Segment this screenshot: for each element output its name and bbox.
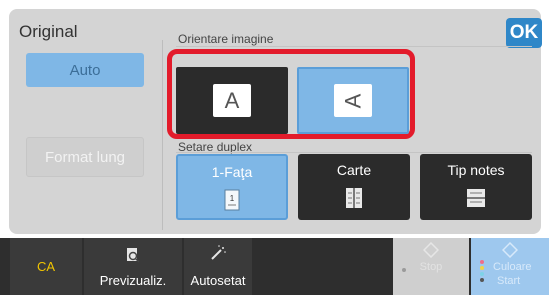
ok-button[interactable]: OK xyxy=(506,18,542,48)
one-sided-icon: 1 xyxy=(224,189,240,211)
color-dots-icon xyxy=(480,260,486,284)
book-icon xyxy=(346,188,362,208)
duplex-notepad-button[interactable]: Tip notes xyxy=(420,154,532,220)
color-label: Culoare xyxy=(493,261,532,273)
orientation-portrait-button[interactable]: A xyxy=(176,67,288,134)
autoset-button[interactable]: Autosetat xyxy=(184,238,252,295)
stop-button[interactable]: Stop xyxy=(393,238,469,295)
orientation-label: Orientare imagine xyxy=(178,32,274,46)
preview-button[interactable]: Previzualiz. xyxy=(84,238,182,295)
book-label: Carte xyxy=(336,162,372,178)
orientation-divider xyxy=(176,46,532,47)
portrait-icon: A xyxy=(213,84,251,117)
preview-icon xyxy=(127,248,140,263)
magic-wand-icon xyxy=(211,245,226,260)
landscape-icon: A xyxy=(334,84,372,117)
duplex-book-button[interactable]: Carte xyxy=(298,154,410,220)
auto-button[interactable]: Auto xyxy=(26,53,144,87)
long-format-button[interactable]: Format lung xyxy=(26,137,144,177)
duplex-divider xyxy=(176,152,532,153)
svg-text:1: 1 xyxy=(230,194,235,203)
clear-all-button[interactable]: CA xyxy=(10,238,82,295)
stop-label: Stop xyxy=(419,261,443,273)
orientation-landscape-button[interactable]: A xyxy=(297,67,409,134)
stop-icon xyxy=(423,242,439,258)
duplex-one-sided-button[interactable]: 1-Faţa 1 xyxy=(176,154,288,220)
notepad-label: Tip notes xyxy=(447,162,505,178)
start-label: Start xyxy=(497,275,521,287)
autoset-label: Autosetat xyxy=(190,273,246,288)
color-start-button[interactable]: Culoare Start xyxy=(471,238,549,295)
one-sided-label: 1-Faţa xyxy=(211,164,253,180)
color-start-icon xyxy=(502,242,518,258)
notepad-icon xyxy=(467,189,485,207)
page-title: Original xyxy=(19,22,78,41)
vertical-divider xyxy=(162,40,163,230)
preview-label: Previzualiz. xyxy=(99,273,167,288)
